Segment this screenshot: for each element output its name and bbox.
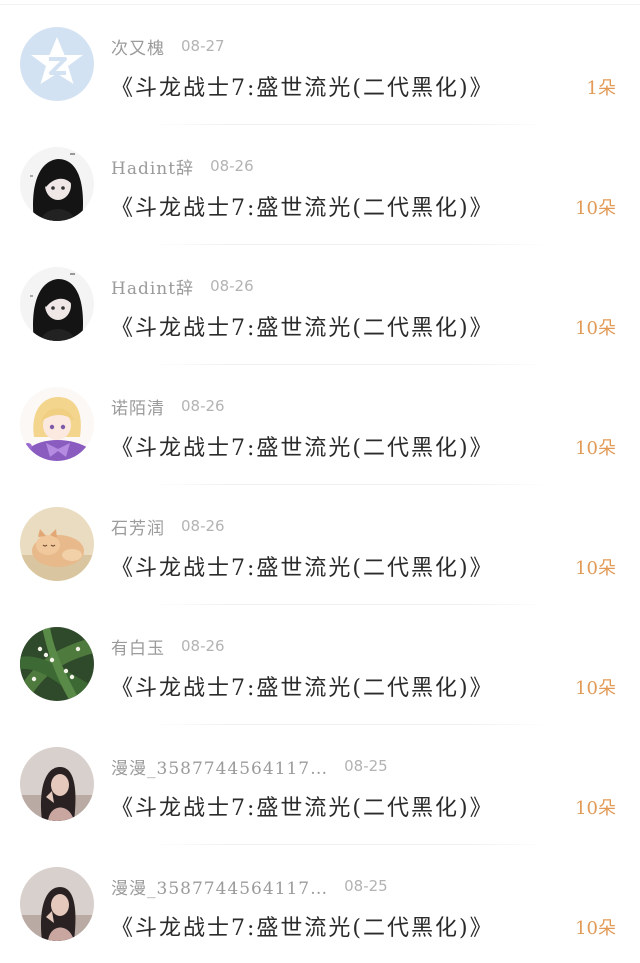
gift-date: 08-26 [210,277,254,295]
user-name[interactable]: Hadint辞 [111,154,194,179]
flower-count: 10朵 [575,558,616,579]
anime-girl-blonde-avatar[interactable] [20,387,94,461]
book-title[interactable]: 《斗龙战士7:盛世流光(二代黑化)》 [111,790,494,822]
gift-date: 08-25 [344,877,388,895]
anime-girl-dark-avatar[interactable] [20,267,94,341]
gift-date: 08-26 [181,397,225,415]
flower-count: 10朵 [575,798,616,819]
anime-girl-dark-avatar[interactable] [20,147,94,221]
user-name[interactable]: 漫漫_3587744564117… [111,874,328,899]
girl-photo-avatar[interactable] [20,747,94,821]
list-item[interactable]: Hadint辞 08-26 《斗龙战士7:盛世流光(二代黑化)》 10朵 [0,240,640,365]
gift-date: 08-26 [181,517,225,535]
list-item[interactable]: 次又槐 08-27 《斗龙战士7:盛世流光(二代黑化)》 1朵 [0,0,640,125]
lily-of-valley-avatar[interactable] [20,627,94,701]
gift-date: 08-26 [210,157,254,175]
list-item[interactable]: 漫漫_3587744564117… 08-25 《斗龙战士7:盛世流光(二代黑化… [0,720,640,845]
list-item[interactable]: 有白玉 08-26 《斗龙战士7:盛世流光(二代黑化)》 10朵 [0,600,640,725]
book-title[interactable]: 《斗龙战士7:盛世流光(二代黑化)》 [111,550,494,582]
user-name[interactable]: 漫漫_3587744564117… [111,754,328,779]
flower-count: 10朵 [575,318,616,339]
flower-count: 10朵 [575,198,616,219]
flower-count: 10朵 [575,438,616,459]
flower-count: 10朵 [575,918,616,939]
user-name[interactable]: 有白玉 [111,634,165,659]
flower-count: 10朵 [575,678,616,699]
user-name[interactable]: 石芳润 [111,514,165,539]
flower-count: 1朵 [586,78,616,99]
gift-date: 08-26 [181,637,225,655]
gift-date: 08-27 [181,37,225,55]
list-item[interactable]: 诺陌清 08-26 《斗龙战士7:盛世流光(二代黑化)》 10朵 [0,360,640,485]
list-item[interactable]: Hadint辞 08-26 《斗龙战士7:盛世流光(二代黑化)》 10朵 [0,120,640,245]
list-item[interactable]: 漫漫_3587744564117… 08-25 《斗龙战士7:盛世流光(二代黑化… [0,840,640,960]
book-title[interactable]: 《斗龙战士7:盛世流光(二代黑化)》 [111,430,494,462]
kitten-avatar[interactable] [20,507,94,581]
qzone-star-avatar[interactable] [20,27,94,101]
book-title[interactable]: 《斗龙战士7:盛世流光(二代黑化)》 [111,670,494,702]
book-title[interactable]: 《斗龙战士7:盛世流光(二代黑化)》 [111,190,494,222]
user-name[interactable]: 次又槐 [111,34,165,59]
book-title[interactable]: 《斗龙战士7:盛世流光(二代黑化)》 [111,910,494,942]
girl-photo-avatar[interactable] [20,867,94,941]
gift-date: 08-25 [344,757,388,775]
book-title[interactable]: 《斗龙战士7:盛世流光(二代黑化)》 [111,310,494,342]
book-title[interactable]: 《斗龙战士7:盛世流光(二代黑化)》 [111,70,494,102]
user-name[interactable]: Hadint辞 [111,274,194,299]
user-name[interactable]: 诺陌清 [111,394,165,419]
list-item[interactable]: 石芳润 08-26 《斗龙战士7:盛世流光(二代黑化)》 10朵 [0,480,640,605]
